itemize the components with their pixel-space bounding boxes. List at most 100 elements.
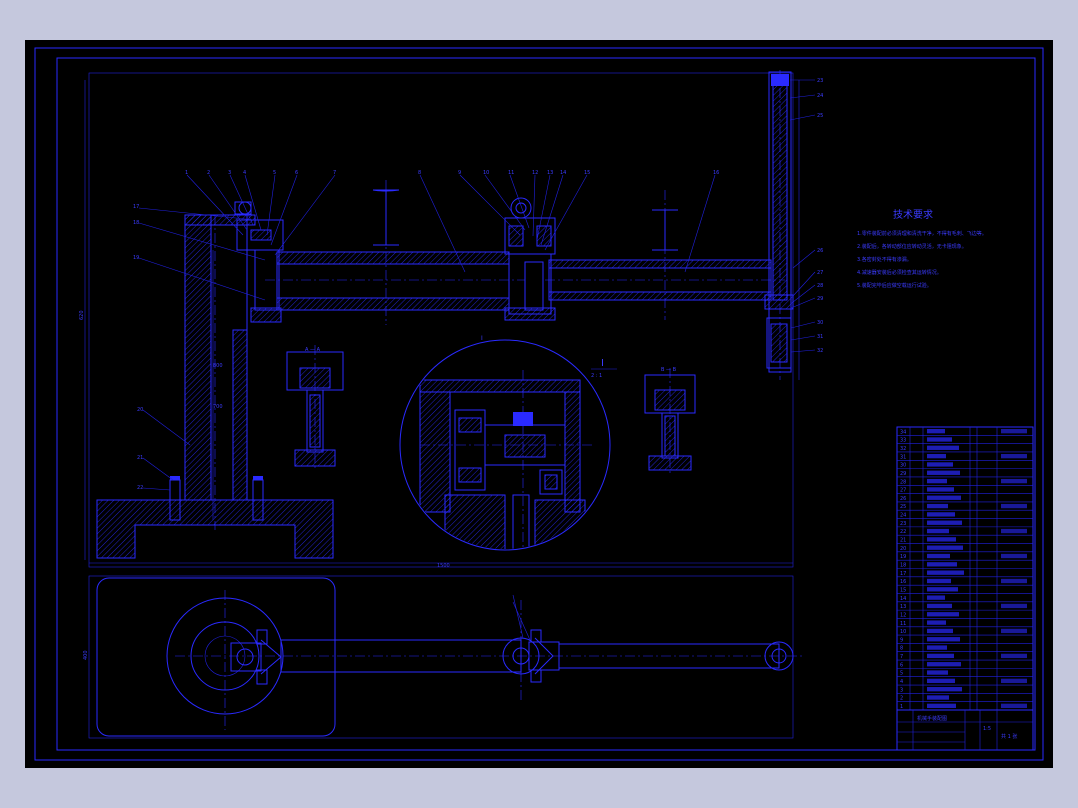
parts-list-row-number: 4 bbox=[900, 679, 903, 685]
callout: 10 bbox=[483, 170, 489, 176]
parts-list-name-glyphs bbox=[927, 603, 952, 609]
parts-list-name-glyphs bbox=[927, 578, 951, 584]
parts-list-name-glyphs bbox=[927, 520, 962, 525]
parts-list-row-number: 16 bbox=[900, 579, 906, 585]
callout: 30 bbox=[817, 320, 823, 326]
callout: 21 bbox=[137, 455, 143, 461]
parts-list-name-glyphs bbox=[927, 503, 948, 509]
parts-list-row-number: 6 bbox=[900, 662, 903, 668]
dim-height-2: 700 bbox=[213, 404, 223, 410]
callout: 14 bbox=[560, 170, 566, 176]
parts-list-row-number: 17 bbox=[900, 571, 906, 577]
parts-list-name-glyphs bbox=[927, 612, 959, 617]
callout: 22 bbox=[137, 485, 143, 491]
parts-list-row-number: 25 bbox=[900, 504, 906, 510]
sheet-label: 共 1 张 bbox=[1001, 733, 1017, 740]
parts-list-row-number: 21 bbox=[900, 538, 906, 544]
assembly-drawing: 1500 800 700 620 1 2 3 4 5 6 7 8 9 10 11… bbox=[34, 47, 1044, 761]
parts-list-row-number: 3 bbox=[900, 687, 903, 693]
wrist-vertical-rod bbox=[764, 70, 794, 380]
plan-view bbox=[96, 577, 805, 737]
parts-list-name-glyphs bbox=[927, 453, 946, 459]
second-arm bbox=[545, 190, 785, 320]
parts-list-name-glyphs bbox=[927, 478, 947, 484]
parts-list-row-number: 1 bbox=[900, 704, 903, 710]
parts-list-row-number: 7 bbox=[900, 654, 903, 660]
parts-list-material-glyphs bbox=[1001, 528, 1027, 534]
callout: 19 bbox=[133, 255, 139, 261]
parts-list-table: 3433323130292827262524232221201918171615… bbox=[896, 426, 1034, 751]
parts-list-name-glyphs bbox=[927, 528, 949, 534]
parts-list-name-glyphs bbox=[927, 437, 952, 442]
first-arm bbox=[265, 180, 525, 325]
callout: 15 bbox=[584, 170, 590, 176]
tech-note-3: 3.各密封处不得有渗漏。 bbox=[857, 256, 912, 263]
title-block-scale: 1:5 bbox=[983, 726, 991, 732]
callout-numbers-top-left: 1 2 3 4 5 6 7 bbox=[185, 170, 336, 176]
callout: 25 bbox=[817, 113, 823, 119]
callout: 32 bbox=[817, 348, 823, 354]
parts-list-name-glyphs bbox=[927, 653, 954, 659]
callout: 2 bbox=[207, 170, 210, 176]
parts-list-row-number: 15 bbox=[900, 587, 906, 593]
parts-list-name-glyphs bbox=[927, 687, 962, 692]
callout-numbers-left: 17 18 19 20 21 22 bbox=[133, 204, 143, 491]
callout: 27 bbox=[817, 270, 823, 276]
parts-list-row-number: 8 bbox=[900, 646, 903, 652]
parts-list-row-number: 32 bbox=[900, 446, 906, 452]
parts-list-name-glyphs bbox=[927, 662, 961, 667]
tech-note-1: 1.零件装配前必须清理和清洗干净，不得有毛刺、飞边等。 bbox=[857, 230, 987, 237]
parts-list-row-number: 14 bbox=[900, 596, 906, 602]
parts-list-name-glyphs bbox=[927, 645, 947, 650]
parts-list-name-glyphs bbox=[927, 562, 957, 567]
parts-list-material-glyphs bbox=[1001, 503, 1027, 509]
parts-list-row-number: 26 bbox=[900, 496, 906, 502]
callout-numbers-right: 23 24 25 26 27 28 29 30 31 32 bbox=[817, 78, 823, 354]
callout-numbers-top-mid: 8 9 10 11 12 13 14 15 16 bbox=[418, 170, 719, 176]
parts-list-name-glyphs bbox=[927, 703, 956, 708]
parts-list-name-glyphs bbox=[927, 620, 946, 625]
dim-height-1: 800 bbox=[213, 363, 223, 369]
tech-note-5: 5.装配完毕后应做空载运行试验。 bbox=[857, 282, 932, 289]
callout: 7 bbox=[333, 170, 336, 176]
callout: 17 bbox=[133, 204, 139, 210]
detail-view-circle bbox=[399, 339, 611, 551]
parts-list-name-glyphs bbox=[927, 545, 963, 550]
tech-requirements: 技术要求 1.零件装配前必须清理和清洗干净，不得有毛刺、飞边等。 2.装配后，各… bbox=[857, 208, 987, 289]
callout: 11 bbox=[508, 170, 514, 176]
parts-list-row-number: 30 bbox=[900, 463, 906, 469]
parts-list-name-glyphs bbox=[927, 678, 955, 684]
cad-drawing-viewport[interactable]: 1500 800 700 620 1 2 3 4 5 6 7 8 9 10 11… bbox=[25, 40, 1053, 768]
parts-list-row-number: 31 bbox=[900, 454, 906, 460]
callout: 1 bbox=[185, 170, 188, 176]
section-view-b bbox=[644, 368, 696, 476]
title-block: 机械手装配图 1:5 共 1 张 bbox=[896, 709, 1034, 751]
parts-list-row-number: 29 bbox=[900, 471, 906, 477]
parts-list-row-number: 12 bbox=[900, 612, 906, 618]
elbow-joint bbox=[504, 197, 556, 321]
parts-list-material-glyphs bbox=[1001, 553, 1027, 559]
parts-list-row-number: 20 bbox=[900, 546, 906, 552]
parts-list-material-glyphs bbox=[1001, 703, 1027, 708]
parts-list-material-glyphs bbox=[1001, 603, 1027, 609]
parts-list-row-number: 24 bbox=[900, 513, 906, 519]
parts-list-name-glyphs bbox=[927, 695, 949, 700]
parts-list-name-glyphs bbox=[927, 587, 958, 592]
callout: 23 bbox=[817, 78, 823, 84]
parts-list-name-glyphs bbox=[927, 553, 950, 559]
parts-list-name-glyphs bbox=[927, 470, 960, 475]
parts-list-material-glyphs bbox=[1001, 578, 1027, 584]
section-label: I bbox=[601, 358, 604, 369]
parts-list-name-glyphs bbox=[927, 462, 953, 467]
callout: 13 bbox=[547, 170, 553, 176]
parts-list-material-glyphs bbox=[1001, 628, 1027, 634]
callout: 31 bbox=[817, 334, 823, 340]
callout: 12 bbox=[532, 170, 538, 176]
callout: 5 bbox=[273, 170, 276, 176]
vertical-column bbox=[169, 214, 264, 530]
parts-list-material-glyphs bbox=[1001, 678, 1027, 684]
dim-base: 400 bbox=[83, 650, 89, 660]
parts-list-row-number: 33 bbox=[900, 438, 906, 444]
parts-list-row-number: 11 bbox=[900, 621, 906, 627]
parts-list-material-glyphs bbox=[1001, 653, 1027, 659]
